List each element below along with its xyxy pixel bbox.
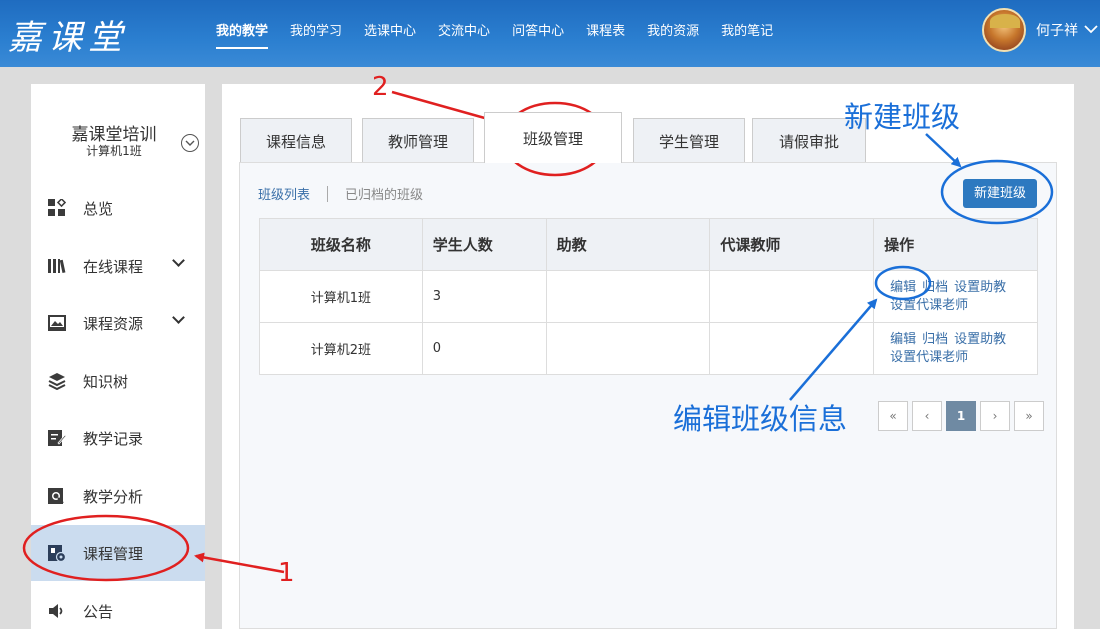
edit-link[interactable]: 编辑 bbox=[890, 280, 916, 295]
cell-assistant bbox=[545, 322, 711, 375]
sidebar-item-knowledge-tree[interactable]: 知识树 bbox=[31, 353, 205, 409]
sidebar-item-overview[interactable]: 总览 bbox=[31, 180, 205, 236]
class-name: 计算机1班 bbox=[86, 144, 142, 158]
books-icon bbox=[47, 256, 67, 276]
sidebar-item-label: 教学分析 bbox=[83, 487, 144, 506]
annotation-number-2: 2 bbox=[372, 72, 389, 102]
page-next-button[interactable]: › bbox=[980, 401, 1010, 431]
image-icon bbox=[47, 313, 67, 333]
circle-chevron-down-icon[interactable] bbox=[181, 134, 199, 152]
nav-item-communication[interactable]: 交流中心 bbox=[438, 0, 490, 67]
sidebar-item-label: 知识树 bbox=[83, 372, 129, 391]
archived-classes-link[interactable]: 已归档的班级 bbox=[345, 184, 423, 203]
table-row: 计算机1班 3 编辑 归档 设置助教设置代课老师 bbox=[259, 270, 1038, 323]
set-assistant-link[interactable]: 设置助教 bbox=[954, 332, 1006, 347]
set-substitute-teacher-link[interactable]: 设置代课老师 bbox=[890, 350, 968, 365]
sidebar-item-label: 课程资源 bbox=[83, 314, 144, 333]
annotation-label-edit-class: 编辑班级信息 bbox=[673, 402, 848, 436]
nav-item-course-selection[interactable]: 选课中心 bbox=[364, 0, 416, 67]
app-logo[interactable]: 嘉课堂 bbox=[8, 10, 128, 59]
edit-note-icon bbox=[47, 428, 67, 448]
sidebar: 嘉课堂培训 计算机1班 总览 在线课程 课程资源 知识树 教学记录 教学分析 课… bbox=[31, 84, 205, 629]
tab-course-info[interactable]: 课程信息 bbox=[240, 118, 352, 162]
chevron-down-icon[interactable] bbox=[172, 311, 185, 324]
cell-substitute-teacher bbox=[709, 270, 875, 323]
chevron-down-icon[interactable] bbox=[1084, 22, 1100, 38]
page-first-button[interactable]: « bbox=[878, 401, 908, 431]
sidebar-item-online-courses[interactable]: 在线课程 bbox=[31, 238, 205, 294]
class-panel: 班级列表 已归档的班级 新建班级 班级名称 学生人数 助教 代课教师 操作 计算… bbox=[239, 162, 1057, 629]
sidebar-item-announcements[interactable]: 公告 bbox=[31, 583, 205, 629]
sidebar-item-label: 在线课程 bbox=[83, 257, 144, 276]
cell-substitute-teacher bbox=[709, 322, 875, 375]
nav-item-my-learning[interactable]: 我的学习 bbox=[290, 0, 342, 67]
column-header-substitute-teacher: 代课教师 bbox=[709, 218, 875, 271]
cell-actions: 编辑 归档 设置助教设置代课老师 bbox=[873, 270, 1038, 323]
new-class-button[interactable]: 新建班级 bbox=[963, 179, 1037, 208]
tab-class-management[interactable]: 班级管理 bbox=[484, 112, 622, 163]
nav-item-qa[interactable]: 问答中心 bbox=[512, 0, 564, 67]
table-row: 计算机2班 0 编辑 归档 设置助教设置代课老师 bbox=[259, 322, 1038, 375]
column-header-actions: 操作 bbox=[873, 218, 1038, 271]
analysis-icon bbox=[47, 486, 67, 506]
speaker-icon bbox=[47, 601, 67, 621]
grid-icon bbox=[47, 198, 67, 218]
cell-student-count: 0 bbox=[421, 322, 547, 375]
archive-link[interactable]: 归档 bbox=[922, 332, 948, 347]
page-last-button[interactable]: » bbox=[1014, 401, 1044, 431]
cell-assistant bbox=[545, 270, 711, 323]
nav-item-my-teaching[interactable]: 我的教学 bbox=[216, 0, 269, 67]
column-header-class-name: 班级名称 bbox=[259, 218, 423, 271]
nav-item-my-notes[interactable]: 我的笔记 bbox=[721, 0, 773, 67]
column-header-student-count: 学生人数 bbox=[421, 218, 547, 271]
table-header-row: 班级名称 学生人数 助教 代课教师 操作 bbox=[259, 218, 1038, 271]
class-list-link[interactable]: 班级列表 bbox=[258, 184, 310, 203]
cell-student-count: 3 bbox=[421, 270, 547, 323]
top-bar: 嘉课堂 我的教学 我的学习 选课中心 交流中心 问答中心 课程表 我的资源 我的… bbox=[0, 0, 1100, 67]
set-substitute-teacher-link[interactable]: 设置代课老师 bbox=[890, 298, 968, 313]
sidebar-item-label: 总览 bbox=[83, 199, 114, 218]
class-table: 班级名称 学生人数 助教 代课教师 操作 计算机1班 3 编辑 归档 设置助教 设置代… bbox=[259, 218, 1038, 375]
annotation-number-1: 1 bbox=[278, 558, 295, 588]
pagination: « ‹ 1 › » bbox=[874, 401, 1044, 431]
sidebar-item-label: 公告 bbox=[83, 602, 114, 621]
cell-class-name: 计算机2班 bbox=[259, 322, 423, 375]
cell-class-name: 计算机1班 bbox=[259, 270, 423, 323]
sidebar-item-course-resources[interactable]: 课程资源 bbox=[31, 295, 205, 351]
page-current-button[interactable]: 1 bbox=[946, 401, 976, 431]
course-manage-icon bbox=[47, 543, 67, 563]
user-name[interactable]: 何子祥 bbox=[1036, 20, 1078, 40]
sidebar-item-course-management[interactable]: 课程管理 bbox=[31, 525, 205, 581]
sidebar-item-teaching-records[interactable]: 教学记录 bbox=[31, 410, 205, 466]
sidebar-item-label: 教学记录 bbox=[83, 429, 144, 448]
main-content: 课程信息 教师管理 班级管理 学生管理 请假审批 班级列表 已归档的班级 新建班… bbox=[222, 84, 1074, 629]
page-prev-button[interactable]: ‹ bbox=[912, 401, 942, 431]
chevron-down-icon[interactable] bbox=[172, 254, 185, 267]
user-menu[interactable]: 何子祥 bbox=[982, 8, 1100, 52]
nav-item-schedule[interactable]: 课程表 bbox=[586, 0, 625, 67]
divider bbox=[327, 185, 329, 202]
nav-item-my-resources[interactable]: 我的资源 bbox=[647, 0, 699, 67]
layers-icon bbox=[47, 371, 67, 391]
avatar[interactable] bbox=[982, 8, 1026, 52]
cell-actions: 编辑 归档 设置助教设置代课老师 bbox=[873, 322, 1038, 375]
sub-nav: 班级列表 已归档的班级 bbox=[258, 184, 423, 203]
sidebar-item-label: 课程管理 bbox=[83, 544, 144, 563]
tab-student-management[interactable]: 学生管理 bbox=[633, 118, 745, 162]
sidebar-item-teaching-analysis[interactable]: 教学分析 bbox=[31, 468, 205, 524]
tab-teacher-management[interactable]: 教师管理 bbox=[362, 118, 474, 162]
main-nav: 我的教学 我的学习 选课中心 交流中心 问答中心 课程表 我的资源 我的笔记 bbox=[205, 0, 784, 67]
archive-link[interactable]: 归档 bbox=[922, 280, 948, 295]
annotation-label-new-class: 新建班级 bbox=[844, 100, 961, 134]
set-assistant-link[interactable]: 设置助教 bbox=[954, 280, 1006, 295]
column-header-assistant: 助教 bbox=[545, 218, 711, 271]
edit-link[interactable]: 编辑 bbox=[890, 332, 916, 347]
